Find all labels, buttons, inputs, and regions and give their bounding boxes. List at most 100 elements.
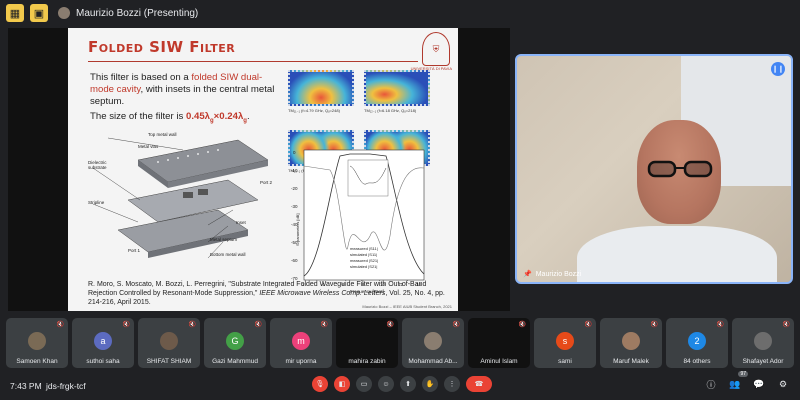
layout-icon[interactable]: ▦ bbox=[6, 4, 24, 22]
field-caption: TM₁₁₋₁ (f=4.79 GHz, Qᵤ=248) bbox=[288, 108, 340, 113]
mic-off-icon: 🔇 bbox=[386, 322, 394, 328]
speaker-name-label: 📌 Maurizio Bozzi bbox=[523, 270, 582, 279]
participant-name: suthoi saha bbox=[86, 358, 120, 365]
present-button[interactable]: ⬆ bbox=[400, 376, 416, 392]
participant-tile[interactable]: 🔇 a suthoi saha bbox=[72, 318, 134, 368]
presentation-stage: Folded SIW Filter ⛨ UNIVERSITÀ DI PAVIA … bbox=[8, 28, 510, 311]
slide-title: Folded SIW Filter bbox=[88, 38, 236, 56]
field-map bbox=[364, 70, 430, 106]
participant-tile[interactable]: 🔇 Shafayet Ador bbox=[732, 318, 794, 368]
size-height: ×0.24λ bbox=[213, 111, 244, 122]
participant-tile[interactable]: 🔇 Maruf Malek bbox=[600, 318, 662, 368]
legend-entry: measured |S21| bbox=[350, 258, 378, 263]
mic-off-button[interactable]: 🎙 bbox=[312, 376, 328, 392]
label-septum: Metal septum bbox=[210, 237, 238, 242]
avatar: a bbox=[94, 332, 112, 350]
avatar: m bbox=[292, 332, 310, 350]
audio-indicator-icon: ❙❙ bbox=[771, 62, 785, 76]
label-stripline: Stripline bbox=[88, 200, 105, 205]
present-icon[interactable]: ▣ bbox=[30, 4, 48, 22]
label-top-wall: Top metal wall bbox=[148, 132, 177, 137]
avatar bbox=[160, 332, 178, 350]
mic-off-icon: 🔇 bbox=[452, 322, 460, 328]
participant-name: Aminul Islam bbox=[480, 358, 518, 365]
more-options-button[interactable]: ⋮ bbox=[444, 376, 460, 392]
presenter-label: Maurizio Bozzi (Presenting) bbox=[76, 7, 199, 19]
activities-icon[interactable]: ⚙ bbox=[776, 377, 790, 391]
s-parameter-plot: measured |S11| simulated |S11| measured … bbox=[290, 146, 430, 296]
mic-off-icon: 🔇 bbox=[782, 322, 790, 328]
slide: Folded SIW Filter ⛨ UNIVERSITÀ DI PAVIA … bbox=[68, 28, 458, 311]
mic-off-icon: 🔇 bbox=[188, 322, 196, 328]
label-dielectric: Dielectric substrate bbox=[88, 160, 107, 170]
call-controls: 🎙 ◧ ▭ ☺ ⬆ ✋ ⋮ ☎ bbox=[312, 376, 492, 392]
label-vias: Metal vias bbox=[138, 144, 159, 149]
body-paragraph-1: This filter is based on a folded SIW dua… bbox=[90, 72, 280, 108]
mic-off-icon: 🔇 bbox=[518, 322, 526, 328]
university-crest-icon: ⛨ bbox=[422, 32, 450, 66]
filter-structure-diagram: Top metal wall Metal vias Dielectric sub… bbox=[88, 130, 278, 270]
slide-body-text: This filter is based on a folded SIW dua… bbox=[90, 72, 280, 127]
participant-name: mir uporna bbox=[285, 358, 317, 365]
speaker-video-tile[interactable]: ❙❙ 📌 Maurizio Bozzi bbox=[515, 54, 793, 284]
bottom-bar: 7:43 PM jds-frgk-tcf 🎙 ◧ ▭ ☺ ⬆ ✋ ⋮ ☎ ⓘ 👥… bbox=[0, 371, 800, 400]
leave-call-button[interactable]: ☎ bbox=[466, 376, 492, 392]
legend-entry: simulated |S21| bbox=[350, 264, 377, 269]
chat-icon[interactable]: 💬 bbox=[752, 377, 766, 391]
participant-name: SHIFAT SHIAM bbox=[146, 358, 192, 365]
legend-entry: measured |S11| bbox=[350, 246, 378, 251]
participant-tile[interactable]: 🔇 Mohammad Ab... bbox=[402, 318, 464, 368]
participant-tile[interactable]: 🔇 Aminul Islam bbox=[468, 318, 530, 368]
label-port1: Port 1 bbox=[128, 248, 141, 253]
camera-off-button[interactable]: ◧ bbox=[334, 376, 350, 392]
mic-off-icon: 🔇 bbox=[650, 322, 658, 328]
y-tick: -20 bbox=[291, 186, 298, 191]
body-text: The size of the filter is bbox=[90, 111, 186, 122]
avatar bbox=[622, 332, 640, 350]
info-icon[interactable]: ⓘ bbox=[704, 377, 718, 391]
title-divider bbox=[88, 61, 418, 62]
avatar bbox=[28, 332, 46, 350]
citation-journal: IEEE Microwave Wireless Comp. Letters bbox=[259, 290, 386, 297]
glasses bbox=[647, 160, 713, 178]
participant-tile[interactable]: 🔇 2 84 others bbox=[666, 318, 728, 368]
label-port2: Port 2 bbox=[260, 180, 273, 185]
emoji-button[interactable]: ☺ bbox=[378, 376, 394, 392]
speaker-shirt bbox=[577, 226, 777, 282]
size-width: 0.45λ bbox=[185, 111, 210, 122]
people-icon[interactable]: 👥 97 bbox=[728, 371, 748, 391]
meeting-code: jds-frgk-tcf bbox=[46, 381, 86, 391]
captions-button[interactable]: ▭ bbox=[356, 376, 372, 392]
participant-name: Samoen Khan bbox=[16, 358, 58, 365]
avatar bbox=[754, 332, 772, 350]
participant-name: sami bbox=[558, 358, 572, 365]
participant-tile[interactable]: 🔇 s sami bbox=[534, 318, 596, 368]
participant-name: 84 others bbox=[683, 358, 711, 365]
participant-tile[interactable]: 🔇 mahira zabin bbox=[336, 318, 398, 368]
avatar bbox=[424, 332, 442, 350]
avatar: s bbox=[556, 332, 574, 350]
plot-svg: measured |S11| simulated |S11| measured … bbox=[291, 149, 425, 294]
presenter-chip: Maurizio Bozzi (Presenting) bbox=[58, 7, 198, 19]
mic-off-icon: 🔇 bbox=[320, 322, 328, 328]
participant-name: Gazi Mahmmud bbox=[212, 358, 258, 365]
y-tick: -60 bbox=[291, 258, 298, 263]
mic-off-icon: 🔇 bbox=[716, 322, 724, 328]
speaker-name: Maurizio Bozzi bbox=[535, 270, 582, 278]
y-tick: 0 bbox=[293, 150, 296, 155]
mic-off-icon: 🔇 bbox=[254, 322, 262, 328]
participant-name: Maruf Malek bbox=[613, 358, 649, 365]
pin-icon[interactable]: 📌 bbox=[523, 270, 532, 278]
participant-tile[interactable]: 🔇 SHIFAT SHIAM bbox=[138, 318, 200, 368]
y-axis-label: S-parameters [dB] bbox=[295, 214, 300, 246]
participant-name: Mohammad Ab... bbox=[408, 358, 458, 365]
participant-tile[interactable]: 🔇 Samoen Khan bbox=[6, 318, 68, 368]
field-caption: TM₁₂₋₁ (f=6.18 GHz, Qᵤ=218) bbox=[364, 108, 417, 113]
people-count-badge: 97 bbox=[738, 371, 748, 377]
raise-hand-button[interactable]: ✋ bbox=[422, 376, 438, 392]
y-tick: -30 bbox=[291, 204, 298, 209]
participant-tile[interactable]: 🔇 m mir uporna bbox=[270, 318, 332, 368]
participant-strip: 🔇 Samoen Khan 🔇 a suthoi saha 🔇 SHIFAT SHIAM 🔇 G… bbox=[6, 318, 794, 368]
side-panel-controls: ⓘ 👥 97 💬 ⚙ bbox=[704, 371, 790, 391]
participant-tile[interactable]: 🔇 G Gazi Mahmmud bbox=[204, 318, 266, 368]
